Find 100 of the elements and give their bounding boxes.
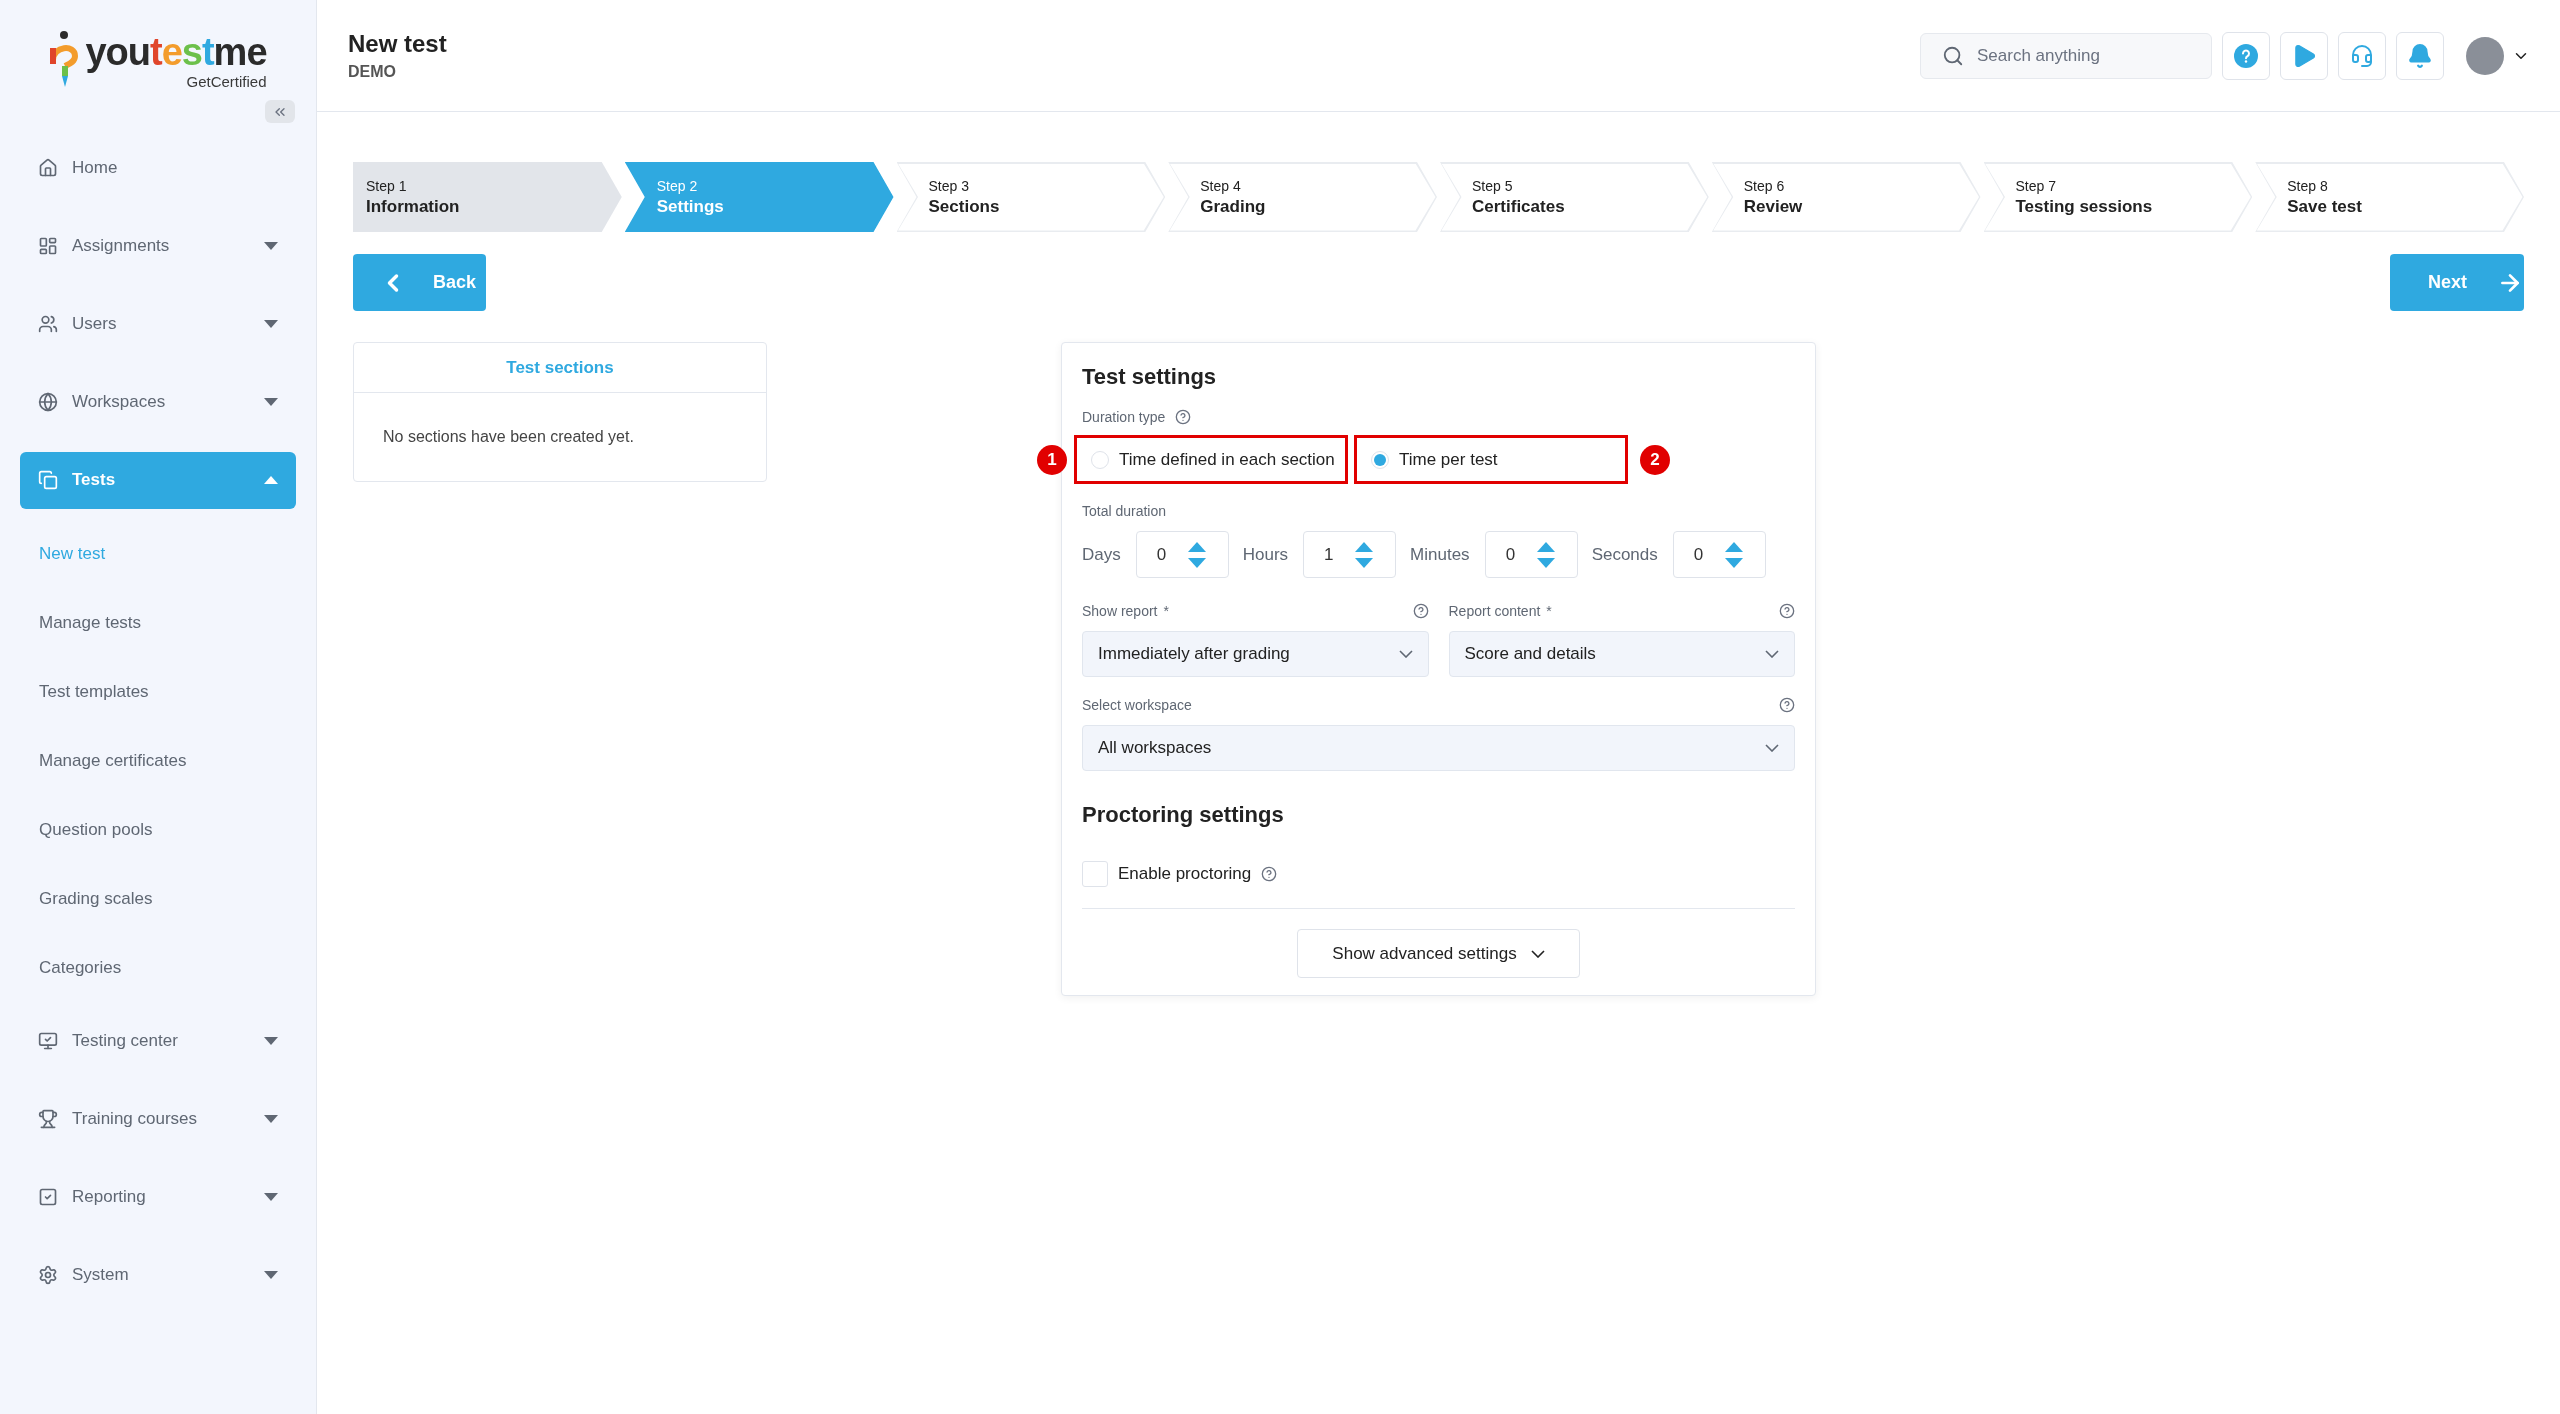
step-tab[interactable]: Step 4 Grading bbox=[1168, 162, 1437, 232]
sidebar-label: Reporting bbox=[72, 1186, 147, 1209]
logo-mark-icon bbox=[49, 30, 80, 88]
sidebar-item[interactable]: Reporting bbox=[20, 1168, 296, 1226]
notifications-button[interactable] bbox=[2396, 31, 2444, 80]
sidebar-item[interactable]: Assignments bbox=[20, 217, 296, 275]
required-mark: * bbox=[1163, 601, 1169, 621]
stepper-arrows-icon[interactable] bbox=[1536, 540, 1555, 569]
headset-icon bbox=[2350, 43, 2374, 68]
stepper-arrows-icon[interactable] bbox=[1187, 540, 1206, 569]
avatar[interactable] bbox=[2466, 36, 2504, 75]
step-number: Step 2 bbox=[656, 177, 699, 196]
chevron-down-icon bbox=[1530, 949, 1545, 958]
help-icon[interactable] bbox=[1412, 603, 1429, 619]
number-field[interactable]: 0 bbox=[1484, 531, 1578, 578]
checkbox[interactable] bbox=[1082, 861, 1108, 887]
page-title: New test bbox=[348, 28, 448, 59]
logo-wordmark: youtestme bbox=[85, 30, 267, 74]
sidebar-label: Home bbox=[72, 157, 119, 180]
section-heading: Proctoring settings bbox=[1082, 801, 1285, 829]
number-field[interactable]: 0 bbox=[1135, 531, 1229, 578]
chevron-down-icon bbox=[1765, 650, 1779, 658]
required-mark: * bbox=[1546, 601, 1552, 621]
sidebar-item[interactable]: Workspaces bbox=[20, 373, 296, 431]
help-icon[interactable] bbox=[1261, 866, 1278, 882]
sidebar-label: Workspaces bbox=[72, 391, 167, 414]
dropdown[interactable]: Score and details bbox=[1448, 631, 1795, 677]
field-label: Minutes bbox=[1410, 543, 1470, 566]
help-icon[interactable] bbox=[1779, 697, 1795, 713]
step-tab[interactable]: Step 6 Review bbox=[1711, 162, 1981, 232]
chevron-down-icon bbox=[1765, 744, 1779, 752]
sidebar-item[interactable]: Testing center bbox=[20, 1012, 296, 1070]
field-label: Days bbox=[1082, 543, 1121, 566]
field-label: Hours bbox=[1242, 543, 1289, 566]
sidebar-item[interactable]: Users bbox=[20, 295, 296, 353]
sidebar-item[interactable]: System bbox=[20, 1246, 296, 1304]
step-label: Testing sessions bbox=[2015, 196, 2154, 218]
search-field[interactable]: Search anything bbox=[1920, 32, 2212, 79]
sidebar-item[interactable]: Home bbox=[20, 139, 296, 197]
checked-square-icon bbox=[38, 1187, 58, 1207]
field-label: Total duration bbox=[1082, 502, 1168, 521]
empty-message: No sections have been created yet. bbox=[383, 427, 634, 447]
step-label: Information bbox=[366, 196, 461, 218]
step-label: Sections bbox=[928, 196, 1001, 218]
sidebar-subitem[interactable]: Grading scales bbox=[20, 864, 296, 933]
show-advanced-settings-button[interactable]: Show advanced settings bbox=[1297, 929, 1580, 978]
help-icon bbox=[2234, 43, 2258, 68]
play-button[interactable] bbox=[2280, 31, 2328, 80]
field-label: Duration type bbox=[1082, 407, 1166, 427]
step-number: Step 7 bbox=[2015, 177, 2057, 196]
step-label: Review bbox=[1743, 196, 1804, 218]
dropdown[interactable]: Immediately after grading bbox=[1082, 631, 1429, 677]
sidebar-label: System bbox=[72, 1264, 130, 1287]
section-heading: Test settings bbox=[1082, 363, 1218, 391]
step-number: Step 5 bbox=[1472, 177, 1514, 196]
step-label: Certificates bbox=[1472, 196, 1566, 218]
logo-tagline: GetCertified bbox=[186, 74, 267, 90]
step-number: Step 3 bbox=[928, 177, 970, 196]
step-label: Grading bbox=[1200, 196, 1267, 218]
globe-icon bbox=[38, 392, 58, 412]
help-button[interactable] bbox=[2222, 31, 2270, 80]
stepper-arrows-icon[interactable] bbox=[1355, 540, 1374, 569]
step-tab[interactable]: Step 3 Sections bbox=[896, 162, 1166, 232]
field-label: Show report bbox=[1082, 601, 1158, 621]
number-field[interactable]: 1 bbox=[1303, 531, 1397, 578]
sidebar-subitem[interactable]: Question pools bbox=[20, 795, 296, 864]
sidebar-subitem[interactable]: Manage tests bbox=[20, 588, 296, 657]
users-icon bbox=[38, 314, 58, 334]
chevron-down-icon bbox=[1398, 650, 1413, 658]
sidebar-label: Training courses bbox=[72, 1108, 199, 1131]
home-icon bbox=[38, 158, 58, 178]
sidebar-subitem[interactable]: Manage certificates bbox=[20, 726, 296, 795]
monitor-icon bbox=[38, 1031, 58, 1051]
bell-icon bbox=[2407, 42, 2433, 69]
field-label: Report content bbox=[1448, 601, 1541, 621]
step-tab[interactable]: Step 5 Certificates bbox=[1440, 162, 1709, 232]
sidebar-item[interactable]: Training courses bbox=[20, 1090, 296, 1148]
step-tab[interactable]: Step 1 Information bbox=[353, 162, 622, 232]
sidebar-subitem[interactable]: Categories bbox=[20, 933, 296, 1002]
step-tab[interactable]: Step 7 Testing sessions bbox=[1983, 162, 2253, 232]
dropdown[interactable]: All workspaces bbox=[1082, 725, 1795, 771]
search-icon bbox=[1942, 44, 1964, 67]
sidebar-subitem[interactable]: Test templates bbox=[20, 657, 296, 726]
checkbox-option[interactable]: Enable proctoring bbox=[1082, 861, 1252, 887]
step-label: Save test bbox=[2287, 196, 2363, 218]
number-field[interactable]: 0 bbox=[1672, 531, 1766, 578]
support-button[interactable] bbox=[2338, 31, 2386, 80]
help-icon[interactable] bbox=[1779, 603, 1795, 619]
copies-icon bbox=[38, 470, 58, 490]
step-number: Step 1 bbox=[366, 177, 408, 196]
stepper-arrows-icon[interactable] bbox=[1724, 540, 1743, 569]
callout-badge: 2 bbox=[1640, 445, 1670, 475]
trophy-icon bbox=[38, 1109, 58, 1129]
collapse-sidebar-button[interactable] bbox=[265, 100, 295, 123]
step-number: Step 8 bbox=[2287, 177, 2329, 196]
help-icon[interactable] bbox=[1175, 409, 1192, 425]
step-number: Step 4 bbox=[1200, 177, 1242, 196]
sidebar-label: Users bbox=[72, 313, 118, 336]
step-tab[interactable]: Step 8 Save test bbox=[2255, 162, 2524, 232]
callout-badge: 1 bbox=[1037, 445, 1067, 475]
